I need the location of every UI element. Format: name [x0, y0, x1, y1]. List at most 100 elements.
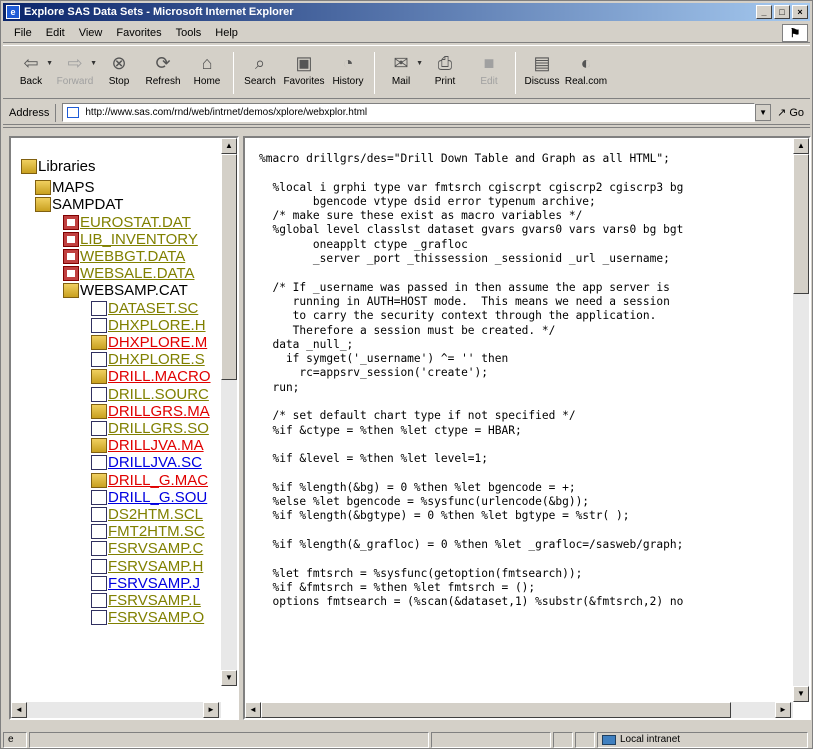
menu-favorites[interactable]: Favorites: [109, 27, 168, 39]
tree-vertical-scrollbar[interactable]: ▲ ▼: [221, 138, 237, 686]
tree-item-label: DHXPLORE.M: [108, 334, 208, 351]
code-line: rc=appsrv_session('create');: [259, 366, 489, 380]
tree-item[interactable]: DRILLJVA.SC: [91, 454, 202, 471]
search-button[interactable]: ⌕ Search: [238, 46, 282, 88]
tree-item-label: LIB_INVENTORY: [80, 230, 198, 248]
maximize-button[interactable]: □: [774, 5, 790, 19]
tree-item[interactable]: MAPS: [35, 179, 95, 196]
menu-help[interactable]: Help: [208, 27, 245, 39]
tree-item[interactable]: DRILL.SOURC: [91, 386, 209, 403]
tree-item[interactable]: FSRVSAMP.O: [91, 609, 204, 626]
scroll-thumb[interactable]: [261, 702, 731, 718]
refresh-button[interactable]: ⟳ Refresh: [141, 46, 185, 88]
toolbar-separator: [374, 52, 375, 94]
scroll-up-icon[interactable]: ▲: [793, 138, 809, 154]
tree-item[interactable]: WEBSALE.DATA: [63, 265, 194, 282]
tree-item[interactable]: DRILL.MACRO: [91, 368, 211, 385]
tree-item[interactable]: WEBBGT.DATA: [63, 248, 185, 265]
tree-item[interactable]: FSRVSAMP.L: [91, 592, 201, 609]
close-button[interactable]: ×: [792, 5, 808, 19]
stop-icon: ⊗: [111, 52, 127, 73]
back-button[interactable]: ⇦ Back ▼: [9, 46, 53, 88]
code-line: %if &level = %then %let level=1;: [259, 452, 489, 466]
tree-item[interactable]: DHXPLORE.M: [91, 334, 207, 351]
scroll-left-icon[interactable]: ◄: [245, 702, 261, 718]
tree-item[interactable]: FSRVSAMP.J: [91, 575, 200, 592]
menu-file[interactable]: File: [7, 27, 39, 39]
code-line: /* make sure these exist as macro variab…: [259, 209, 583, 223]
realcom-button[interactable]: ◐ Real.com: [564, 46, 608, 88]
tree-item-label: DRILL_G.SOU: [108, 488, 208, 506]
ie-icon: e: [6, 5, 20, 19]
tree-horizontal-scrollbar[interactable]: ◄ ►: [11, 702, 221, 718]
source-entry-icon: [91, 489, 107, 505]
scroll-thumb[interactable]: [793, 154, 809, 294]
forward-dropdown-icon[interactable]: ▼: [90, 60, 97, 67]
tree-item[interactable]: FSRVSAMP.H: [91, 558, 203, 575]
address-dropdown-icon[interactable]: ▼: [755, 104, 772, 121]
title-bar[interactable]: e Explore SAS Data Sets - Microsoft Inte…: [3, 3, 810, 21]
printer-icon: ⎙: [437, 52, 453, 73]
menu-edit[interactable]: Edit: [39, 27, 72, 39]
forward-button[interactable]: ⇨ Forward ▼: [53, 46, 97, 88]
code-horizontal-scrollbar[interactable]: ◄ ►: [245, 702, 793, 718]
scroll-right-icon[interactable]: ►: [775, 702, 791, 718]
discuss-icon: ▤: [533, 52, 551, 73]
minimize-button[interactable]: _: [756, 5, 772, 19]
tree-item[interactable]: DRILL_G.MAC: [91, 472, 208, 489]
history-button[interactable]: ◔ History: [326, 46, 370, 88]
history-icon: ◔: [342, 52, 354, 73]
tree-item[interactable]: EUROSTAT.DAT: [63, 214, 191, 231]
print-button[interactable]: ⎙ Print: [423, 46, 467, 88]
tree-item[interactable]: DHXPLORE.H: [91, 317, 206, 334]
tree-item[interactable]: DS2HTM.SCL: [91, 506, 203, 523]
scroll-right-icon[interactable]: ►: [203, 702, 219, 718]
scl-entry-icon: [91, 507, 107, 522]
tree-item-label: DRILLJVA.MA: [108, 437, 204, 455]
discuss-button[interactable]: ▤ Discuss: [520, 46, 564, 88]
scroll-left-icon[interactable]: ◄: [11, 702, 27, 718]
scroll-down-icon[interactable]: ▼: [221, 670, 237, 686]
back-dropdown-icon[interactable]: ▼: [46, 60, 53, 67]
source-entry-icon: [91, 352, 107, 368]
tree-item-label: FSRVSAMP.H: [108, 557, 204, 575]
favorites-button[interactable]: ▣ Favorites: [282, 46, 326, 88]
status-zone: Local intranet: [597, 732, 808, 748]
tree-item[interactable]: Libraries: [21, 158, 96, 175]
address-input[interactable]: http://www.sas.com/rnd/web/intrnet/demos…: [62, 103, 756, 122]
macro-entry-icon: [91, 438, 107, 454]
scroll-thumb[interactable]: [221, 154, 237, 380]
scroll-up-icon[interactable]: ▲: [221, 138, 237, 154]
mail-button[interactable]: ✉ Mail ▼: [379, 46, 423, 88]
search-icon: ⌕: [254, 52, 266, 73]
stop-button[interactable]: ⊗ Stop: [97, 46, 141, 88]
code-vertical-scrollbar[interactable]: ▲ ▼: [793, 138, 809, 702]
back-arrow-icon: ⇦: [23, 52, 39, 73]
tree-item[interactable]: DHXPLORE.S: [91, 351, 205, 368]
home-button[interactable]: ⌂ Home: [185, 46, 229, 88]
tree-item[interactable]: LIB_INVENTORY: [63, 231, 198, 248]
mail-dropdown-icon[interactable]: ▼: [416, 60, 423, 67]
tree-item[interactable]: SAMPDAT: [35, 196, 123, 213]
tree-item[interactable]: DRILL_G.SOU: [91, 489, 207, 506]
menu-view[interactable]: View: [72, 27, 110, 39]
code-line: data _null_;: [259, 337, 354, 351]
tree-item[interactable]: FMT2HTM.SC: [91, 523, 205, 540]
tree-item[interactable]: DRILLGRS.MA: [91, 403, 210, 420]
scroll-down-icon[interactable]: ▼: [793, 686, 809, 702]
tree-item[interactable]: WEBSAMP.CAT: [63, 282, 188, 299]
html-entry-icon: [91, 317, 107, 333]
dataset-icon: [63, 266, 79, 282]
folder-open-icon: [21, 159, 37, 174]
tree-item-label: SAMPDAT: [52, 196, 124, 214]
edit-button[interactable]: ■ Edit: [467, 46, 511, 88]
tree-item[interactable]: DATASET.SC: [91, 300, 198, 317]
go-arrow-icon: ↗: [777, 107, 787, 119]
menu-tools[interactable]: Tools: [169, 27, 209, 39]
tree-item[interactable]: DRILLGRS.SO: [91, 420, 209, 437]
realcom-icon: ◐: [580, 52, 592, 73]
tree-item[interactable]: DRILLJVA.MA: [91, 437, 204, 454]
go-button[interactable]: ↗ Go: [775, 106, 810, 120]
tree-item[interactable]: FSRVSAMP.C: [91, 540, 203, 557]
